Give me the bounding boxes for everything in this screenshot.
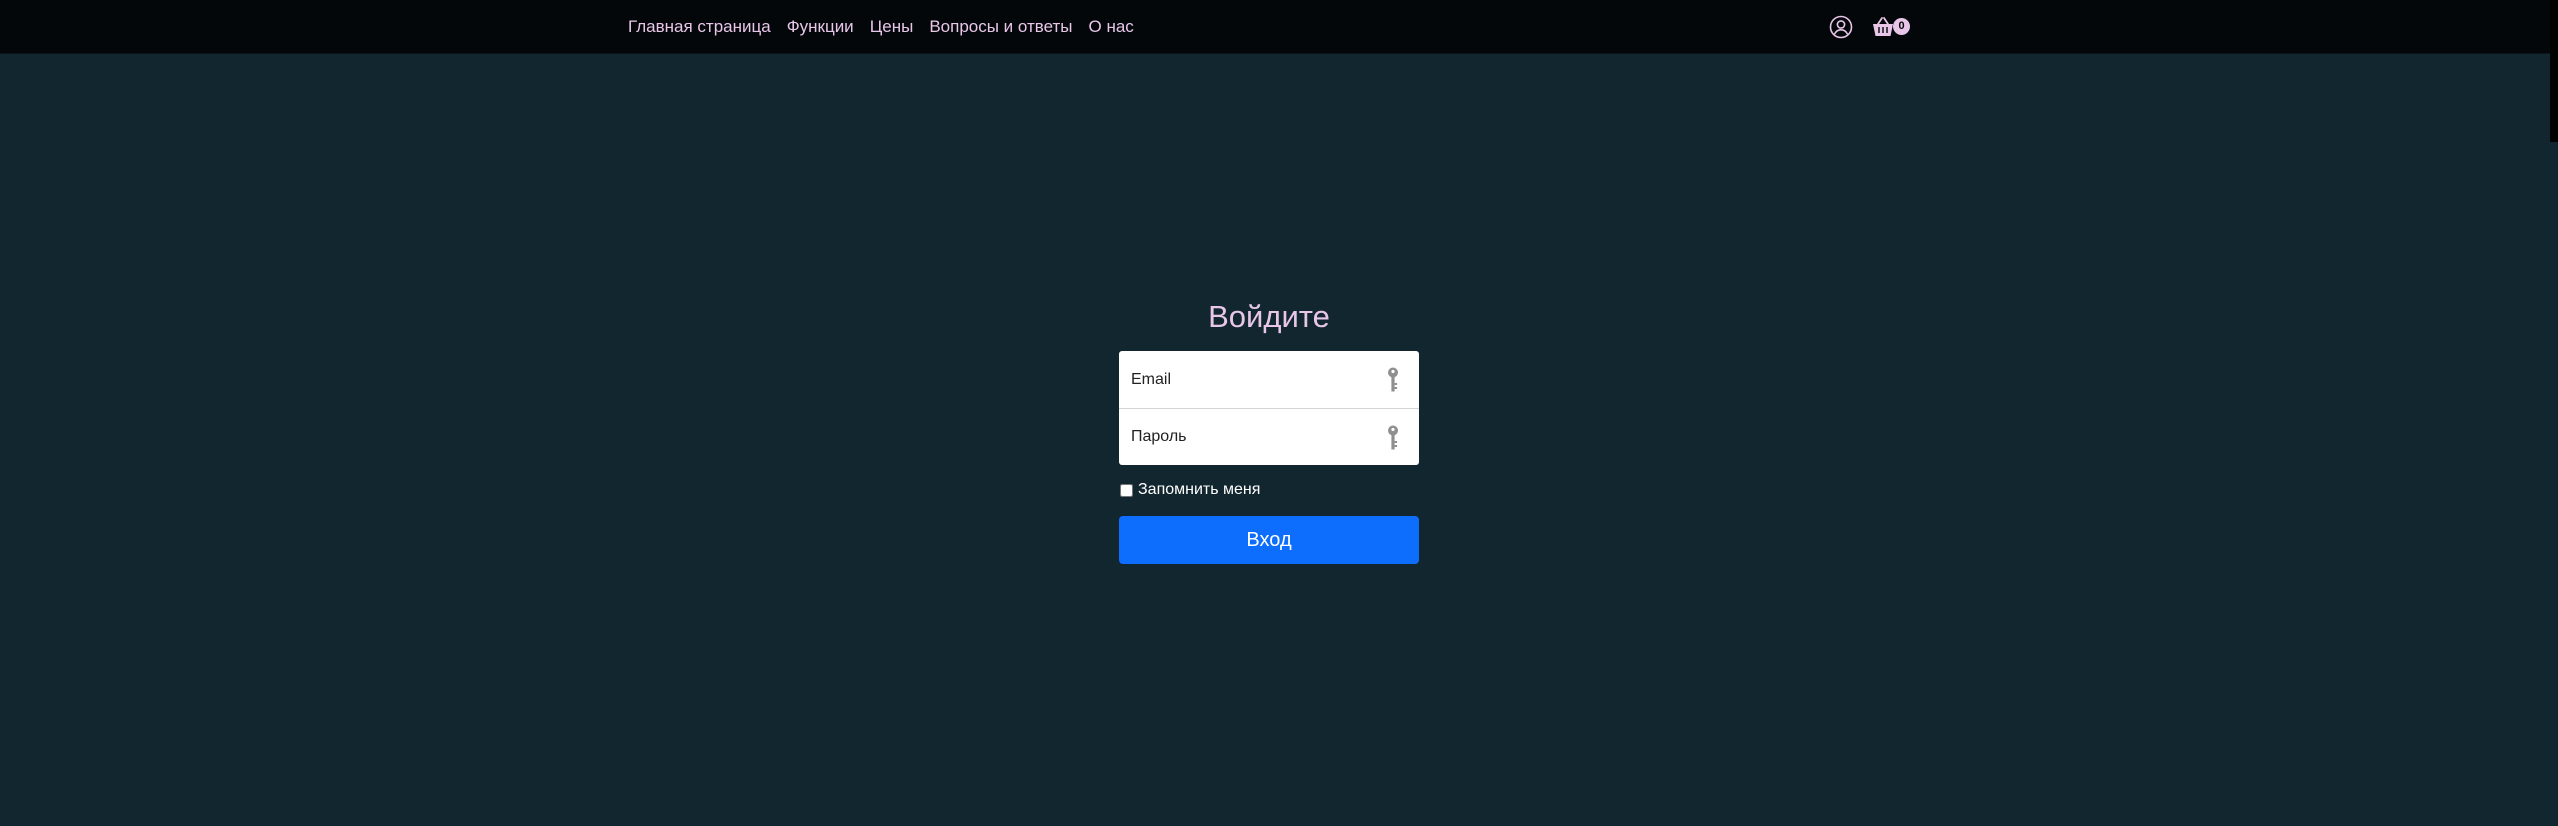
top-navbar: Главная страница Функции Цены Вопросы и … (0, 0, 2550, 54)
key-icon (1388, 425, 1398, 450)
scrollbar-thumb[interactable] (2550, 0, 2558, 142)
nav-link-home[interactable]: Главная страница (628, 17, 771, 37)
shopping-basket-icon (1873, 17, 1893, 36)
login-submit-button[interactable]: Вход (1119, 516, 1419, 564)
credentials-group (1119, 351, 1419, 465)
remember-me-label: Запомнить меня (1138, 481, 1261, 498)
remember-me-checkbox[interactable] (1120, 483, 1133, 497)
page: Главная страница Функции Цены Вопросы и … (0, 0, 2558, 826)
cart-count-badge: 0 (1893, 18, 1910, 35)
user-circle-icon[interactable] (1829, 15, 1853, 39)
nav-link-features[interactable]: Функции (787, 17, 854, 37)
email-field[interactable] (1131, 359, 1371, 400)
vertical-scrollbar[interactable] (2550, 0, 2558, 826)
email-field-row (1119, 351, 1419, 408)
nav-link-about[interactable]: О нас (1089, 17, 1134, 37)
nav-link-pricing[interactable]: Цены (870, 17, 914, 37)
nav-link-faq[interactable]: Вопросы и ответы (929, 17, 1072, 37)
key-icon (1388, 367, 1398, 392)
remember-me-row: Запомнить меня (1119, 480, 1419, 500)
cart-button[interactable]: 0 (1871, 14, 1913, 40)
login-form: Войдите Email Запомнить меня Вход (1119, 292, 1419, 564)
nav-actions: 0 (1829, 12, 1913, 42)
nav-links: Главная страница Функции Цены Вопросы и … (628, 0, 1150, 54)
password-field-row (1119, 408, 1419, 465)
password-field[interactable] (1131, 417, 1371, 457)
login-title: Войдите (1208, 299, 1330, 334)
